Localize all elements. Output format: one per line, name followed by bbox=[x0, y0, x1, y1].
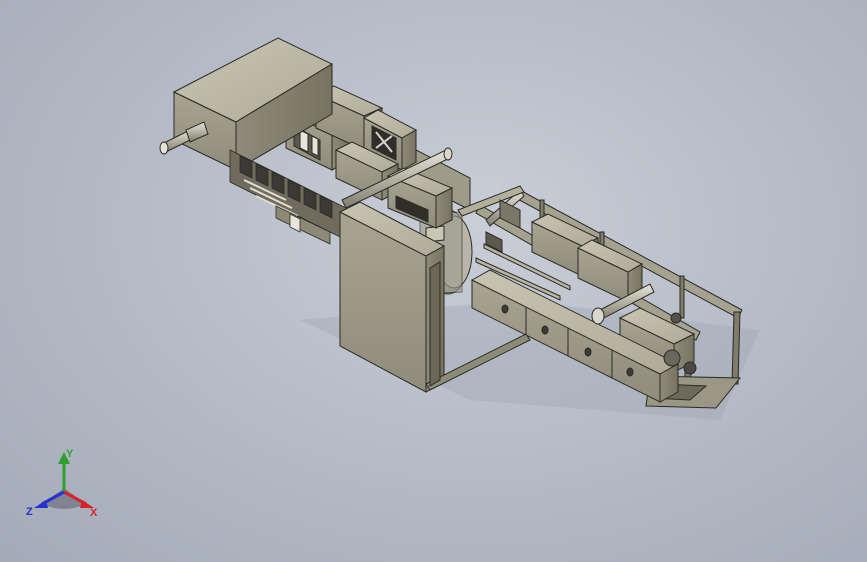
orientation-triad[interactable]: Y X Z bbox=[24, 448, 104, 523]
x-axis-label: X bbox=[90, 507, 98, 519]
z-axis-arrow bbox=[34, 500, 48, 508]
cad-graphics-viewport[interactable]: Y X Z bbox=[0, 0, 867, 562]
machine-assembly-model[interactable] bbox=[0, 0, 867, 562]
z-axis-label: Z bbox=[26, 506, 33, 518]
y-axis-label: Y bbox=[66, 448, 74, 460]
